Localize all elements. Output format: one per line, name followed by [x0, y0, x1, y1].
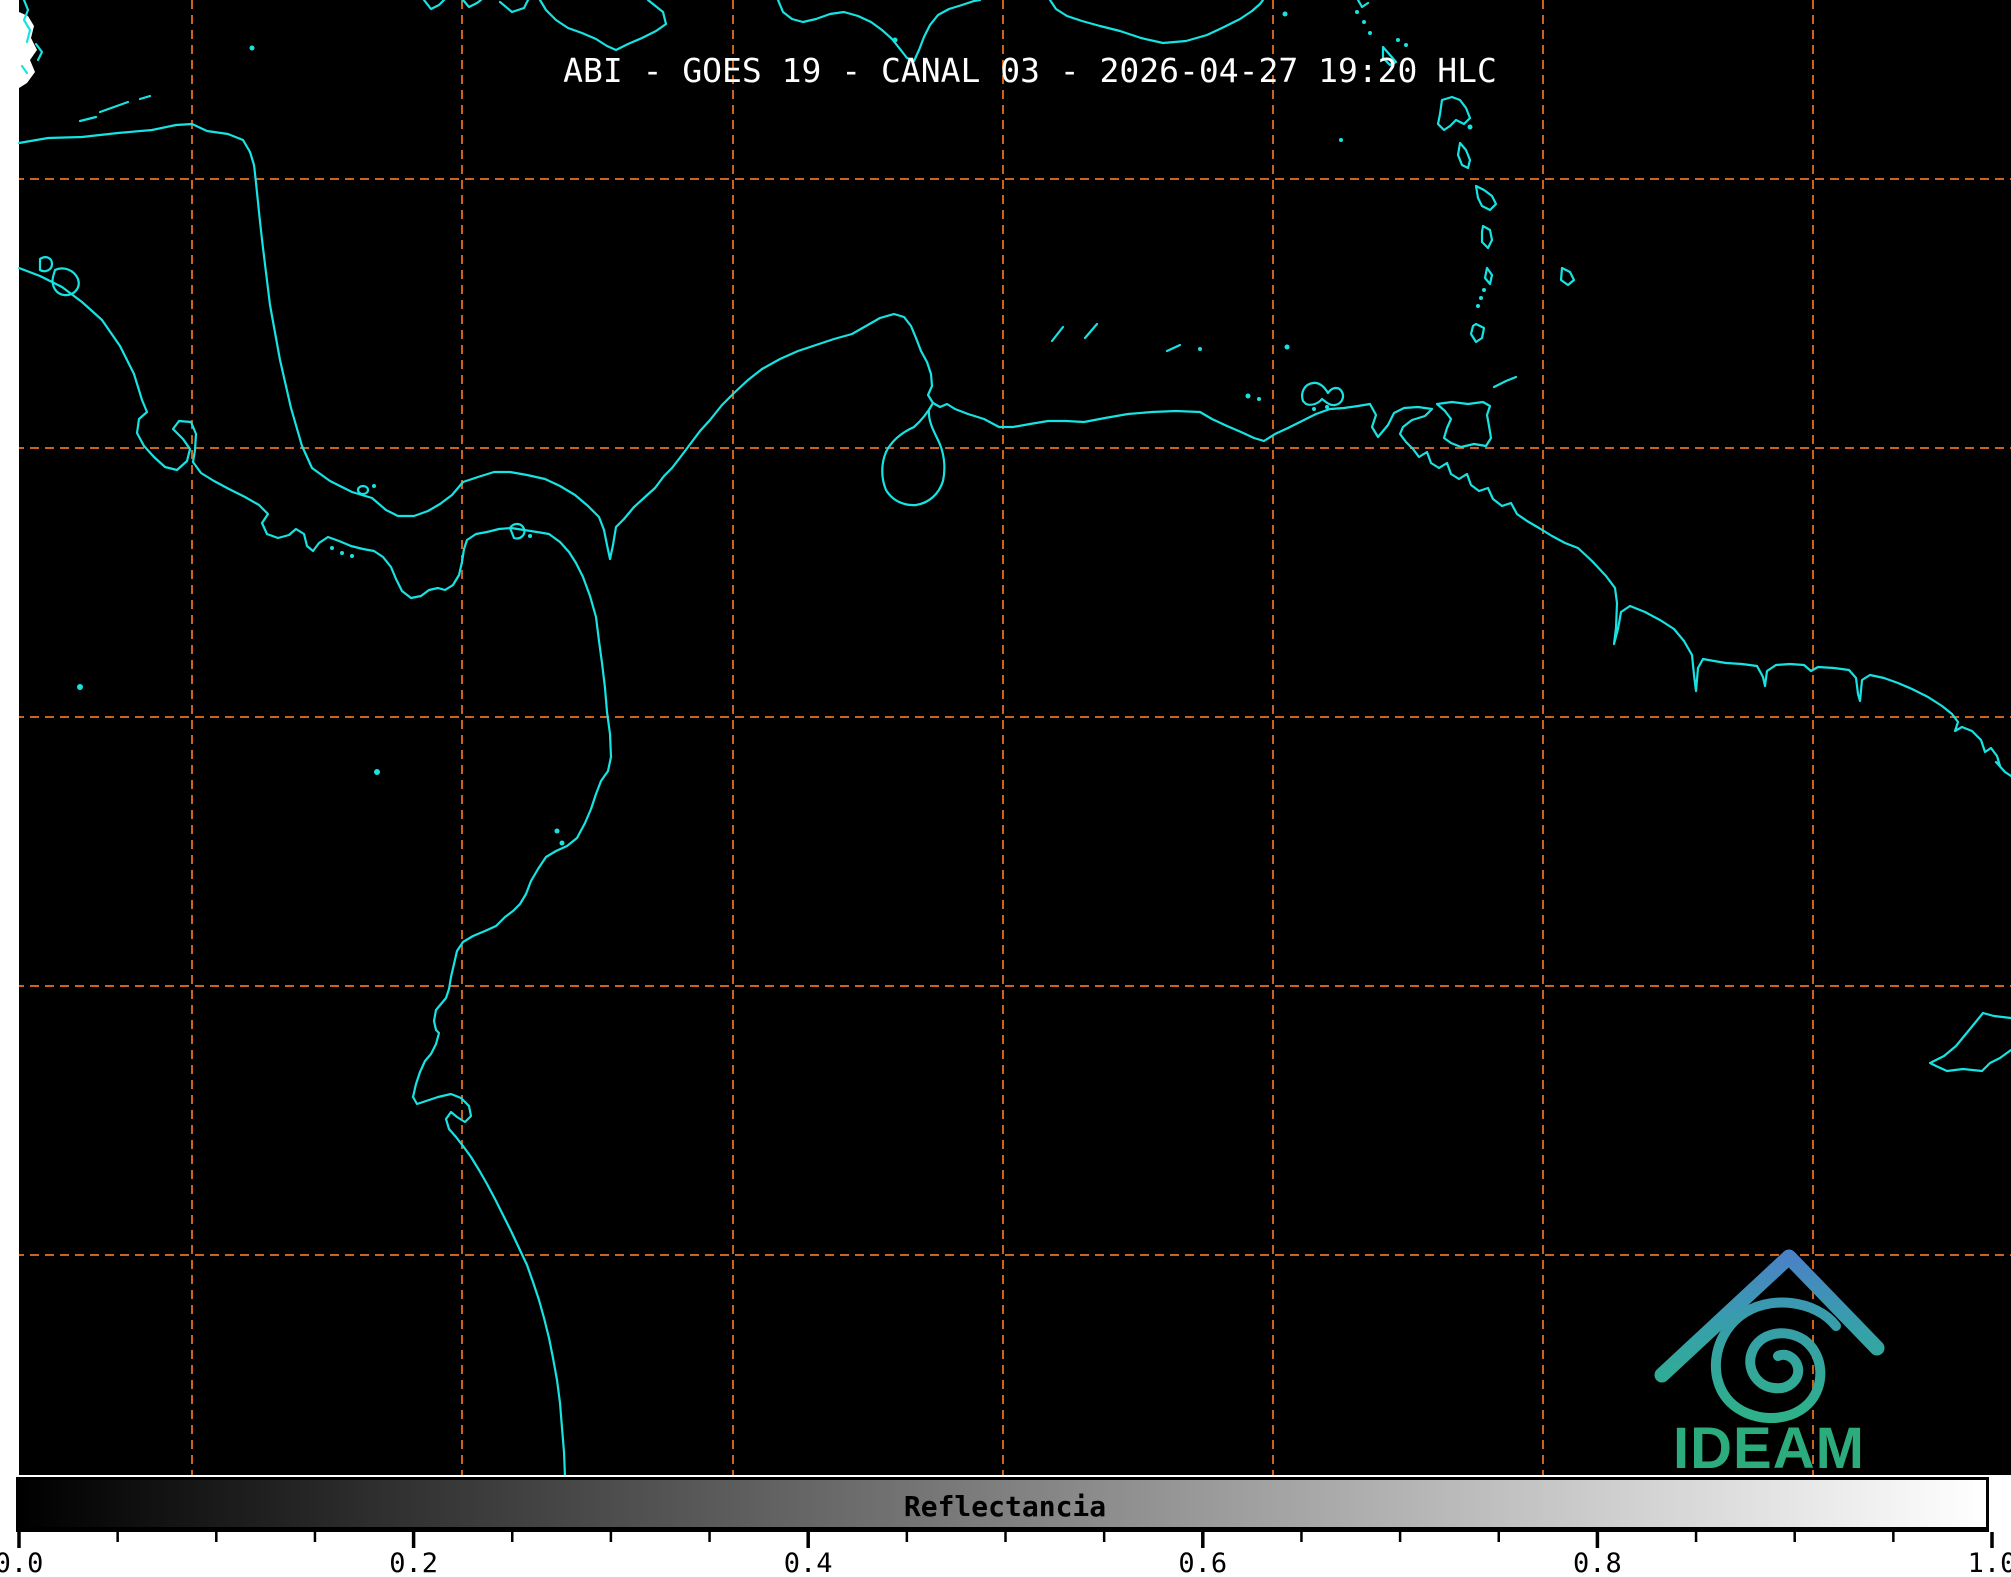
ideam-logo — [1662, 1257, 1877, 1418]
island-bonaire — [1167, 345, 1180, 351]
colorbar-ticks — [0, 1532, 2011, 1556]
island-barbados — [1561, 268, 1574, 285]
map-area — [0, 0, 2011, 1477]
latlon-grid — [0, 0, 2011, 1477]
lake-managua — [40, 257, 52, 271]
tick-label: 1.0 — [1968, 1548, 2011, 1577]
island-dominica — [1458, 143, 1470, 168]
island-trinidad — [1437, 402, 1491, 447]
tick-label: 0.0 — [0, 1548, 43, 1577]
coast-fragment-amazon — [1930, 1013, 2011, 1071]
island-margarita — [1302, 383, 1343, 405]
island-guadeloupe — [1438, 97, 1470, 130]
coastline-pacific — [19, 268, 611, 1477]
island-st-vincent — [1485, 268, 1492, 284]
coastline-caribbean-mainland — [19, 124, 2011, 776]
satellite-figure: ABI - GOES 19 - CANAL 03 - 2026-04-27 19… — [0, 0, 2011, 1577]
tick-label: 0.2 — [389, 1548, 438, 1577]
island-grenada — [1471, 324, 1484, 342]
tick-label: 0.6 — [1178, 1548, 1227, 1577]
image-title: ABI - GOES 19 - CANAL 03 - 2026-04-27 19… — [563, 53, 1497, 89]
island-st-lucia — [1482, 226, 1492, 248]
island-aruba — [1052, 327, 1063, 341]
island-dots — [77, 10, 1486, 846]
map-svg — [0, 0, 2011, 1477]
logo-spiral — [1716, 1303, 1836, 1419]
island-pearl — [510, 524, 524, 538]
lake-maracaibo — [882, 403, 944, 505]
colorbar-label: Reflectancia — [904, 1490, 1106, 1523]
island-curacao — [1085, 324, 1097, 338]
tick-label: 0.8 — [1573, 1548, 1622, 1577]
island-tobago — [1494, 377, 1516, 387]
island-bocas — [358, 486, 368, 494]
logo-roof — [1662, 1257, 1877, 1375]
island-martinique — [1476, 186, 1496, 210]
island-jamaica — [540, 0, 666, 50]
island-hispaniola-east — [1050, 0, 1263, 43]
tick-label: 0.4 — [784, 1548, 833, 1577]
coast-fragment — [36, 44, 42, 60]
island-cayman — [80, 96, 150, 121]
coast-fragment-cuba — [424, 0, 528, 12]
ideam-wordmark: IDEAM — [1673, 1415, 1865, 1482]
